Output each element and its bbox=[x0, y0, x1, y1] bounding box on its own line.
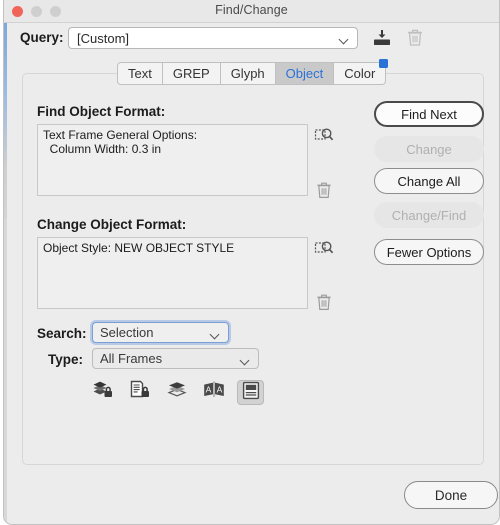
tab-text-label: Text bbox=[128, 66, 152, 81]
clear-change-format-icon[interactable] bbox=[316, 293, 332, 311]
include-locked-stories-icon bbox=[129, 380, 151, 405]
tab-glyph-label: Glyph bbox=[230, 66, 265, 81]
chevron-down-icon bbox=[211, 331, 220, 336]
include-hidden-layers-toggle[interactable] bbox=[163, 380, 190, 405]
tab-object[interactable]: Object bbox=[275, 62, 335, 85]
include-locked-stories-toggle[interactable] bbox=[126, 380, 153, 405]
done-label: Done bbox=[434, 487, 468, 503]
chevron-down-icon bbox=[340, 36, 349, 41]
search-label: Search: bbox=[37, 326, 87, 341]
tab-glyph[interactable]: Glyph bbox=[220, 62, 276, 85]
find-object-format-label: Find Object Format: bbox=[37, 104, 166, 119]
query-label: Query: bbox=[20, 30, 64, 45]
case-sensitive-toggle[interactable]: A A bbox=[200, 380, 227, 405]
include-locked-layers-toggle[interactable] bbox=[89, 380, 116, 405]
tab-object-label: Object bbox=[285, 66, 324, 81]
type-value: All Frames bbox=[100, 351, 163, 366]
include-master-pages-toggle[interactable] bbox=[237, 380, 264, 405]
find-change-window: Find/Change Query: [Custom] Text GREP Gl… bbox=[3, 0, 500, 525]
svg-text:A: A bbox=[205, 385, 211, 395]
query-row: Query: [Custom] bbox=[4, 22, 499, 56]
tab-color-badge bbox=[379, 59, 389, 68]
type-dropdown[interactable]: All Frames bbox=[92, 348, 259, 369]
change-label: Change bbox=[406, 141, 452, 157]
change-object-format-box[interactable]: Object Style: NEW OBJECT STYLE bbox=[37, 237, 308, 309]
specify-attributes-icon[interactable] bbox=[314, 239, 334, 257]
include-master-pages-icon bbox=[242, 381, 260, 405]
clear-find-format-icon[interactable] bbox=[316, 181, 332, 199]
change-all-button[interactable]: Change All bbox=[374, 168, 484, 194]
tab-grep-label: GREP bbox=[172, 66, 210, 81]
specify-attributes-icon[interactable] bbox=[314, 126, 334, 144]
change-find-button: Change/Find bbox=[374, 202, 484, 228]
background-window-edge-lower bbox=[4, 218, 7, 524]
query-value: [Custom] bbox=[77, 31, 130, 46]
change-find-label: Change/Find bbox=[391, 207, 467, 223]
title-bar: Find/Change bbox=[4, 0, 499, 23]
svg-text:A: A bbox=[216, 385, 222, 395]
find-next-button[interactable]: Find Next bbox=[374, 101, 484, 127]
tab-text[interactable]: Text bbox=[117, 62, 163, 85]
query-dropdown[interactable]: [Custom] bbox=[68, 27, 358, 49]
tab-bar: Text GREP Glyph Object Color bbox=[117, 59, 389, 85]
chevron-down-icon bbox=[241, 357, 250, 362]
window-title: Find/Change bbox=[215, 3, 288, 17]
find-format-line: Text Frame General Options: bbox=[43, 128, 198, 142]
include-hidden-layers-icon bbox=[166, 380, 188, 405]
delete-query-icon[interactable] bbox=[406, 28, 424, 47]
search-scope-dropdown[interactable]: Selection bbox=[92, 322, 229, 343]
change-object-format-label: Change Object Format: bbox=[37, 217, 187, 232]
search-scope-value: Selection bbox=[100, 325, 154, 340]
tab-grep[interactable]: GREP bbox=[162, 62, 221, 85]
find-format-line: Column Width: 0.3 in bbox=[43, 142, 162, 156]
change-all-label: Change All bbox=[397, 173, 461, 189]
tab-color-label: Color bbox=[344, 66, 376, 81]
change-format-line: Object Style: NEW OBJECT STYLE bbox=[43, 241, 235, 255]
type-label: Type: bbox=[48, 352, 84, 367]
fewer-options-button[interactable]: Fewer Options bbox=[374, 239, 484, 265]
tab-color[interactable]: Color bbox=[334, 59, 389, 85]
save-query-icon[interactable] bbox=[372, 29, 392, 47]
done-button[interactable]: Done bbox=[404, 481, 498, 509]
case-sensitive-icon: A A bbox=[202, 380, 226, 405]
change-button: Change bbox=[374, 136, 484, 162]
search-options-toolbar: A A bbox=[89, 380, 264, 405]
find-next-label: Find Next bbox=[401, 106, 457, 122]
include-locked-layers-icon bbox=[92, 380, 114, 405]
find-object-format-box[interactable]: Text Frame General Options: Column Width… bbox=[37, 124, 308, 196]
fewer-options-label: Fewer Options bbox=[386, 244, 472, 260]
